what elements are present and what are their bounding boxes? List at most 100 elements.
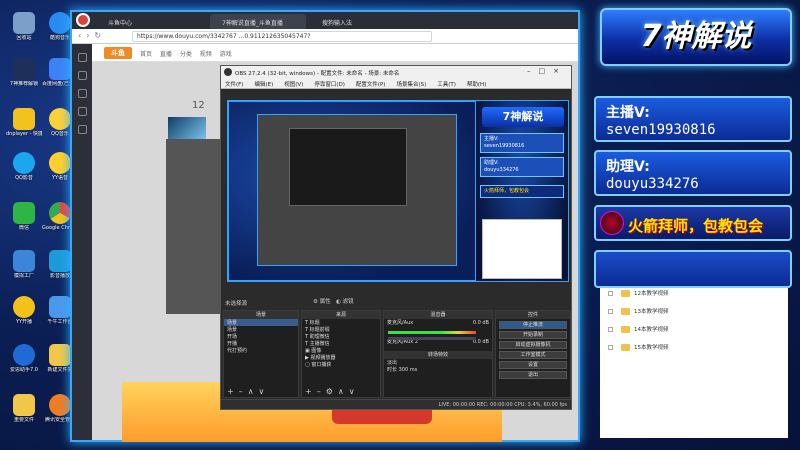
host-label: 主播V: — [606, 105, 650, 121]
url-input[interactable]: https://www.douyu.com/3342767 ...0.91121… — [132, 31, 432, 42]
menu-profile[interactable]: 配置文件(P) — [356, 82, 386, 88]
scene-toolbar[interactable]: +–∧∨ — [227, 387, 269, 396]
source-item[interactable]: T 标题前缀 — [302, 326, 380, 333]
menu-tools[interactable]: 工具(T) — [437, 82, 456, 88]
screen: 回收站 酷狗音乐 7神推荐解锁 百度网盘(已登录) dnplayer - 快捷方… — [0, 0, 800, 450]
menu-dock[interactable]: 停靠窗口(D) — [314, 82, 345, 88]
source-item[interactable]: T 标题 — [302, 319, 380, 326]
scene-item[interactable]: 代打预约 — [224, 347, 298, 354]
tab-label: 搜狗输入法 — [322, 20, 353, 27]
source-toolbar-buttons[interactable]: +–⚙∧∨ — [305, 387, 360, 396]
assistant-contact-box: 助理V: douyu334276 — [594, 150, 792, 196]
host-contact-box: 主播V: seven19930816 — [594, 96, 792, 142]
source-item[interactable]: T 助理微信 — [302, 333, 380, 340]
preview-assistant-label: 助理V: — [484, 160, 499, 166]
window-controls[interactable]: –□× — [527, 67, 567, 75]
source-label: 视频播放器 — [310, 355, 336, 361]
nav-buttons[interactable]: ‹›↻ — [78, 31, 106, 40]
checkbox[interactable] — [608, 345, 613, 350]
file-item[interactable]: 12本教学视频 — [608, 288, 669, 300]
browser-tab-active[interactable]: 7神解说直播_斗鱼直播 — [210, 14, 306, 29]
history-icon[interactable] — [77, 71, 87, 80]
mixer-channel: 麦克风/Aux 0.0 dB — [384, 319, 492, 326]
checkbox[interactable] — [608, 327, 613, 332]
preview-brand-panel: 7神解说 主播V: seven19930816 助理V: douyu334276 火… — [475, 100, 569, 282]
duration-field[interactable]: 时长 300 ms — [384, 366, 492, 373]
preview-obs — [289, 128, 407, 206]
preview-assistant-box: 助理V: douyu334276 — [480, 157, 564, 177]
browser-tab[interactable]: 搜狗输入法 — [310, 14, 380, 29]
settings-button[interactable]: 设置 — [499, 361, 567, 369]
dnplayer-icon[interactable]: dnplayer - 快捷方式 — [6, 108, 42, 138]
file-list: 12本教学视频 13本教学视频 14本教学视频 15本教学视频 — [600, 288, 788, 438]
folder-icon — [621, 326, 630, 333]
checkbox[interactable] — [608, 309, 613, 314]
site-logo[interactable]: 斗鱼 — [104, 47, 132, 59]
brand-title: 7神解说 — [600, 8, 792, 66]
aisi-icon[interactable]: 爱思助手7.0 — [6, 344, 42, 374]
desktop-icon-label: 微信 — [18, 225, 29, 231]
yy-live-icon[interactable]: YY开播 — [6, 296, 42, 326]
menu-file[interactable]: 文件(F) — [225, 82, 243, 88]
desktop-icon-label: 回收站 — [16, 35, 32, 41]
volume-slider[interactable] — [388, 337, 476, 340]
filter-icon[interactable]: ◐ — [336, 299, 341, 305]
menu-edit[interactable]: 编辑(E) — [254, 82, 273, 88]
folder-icon — [621, 308, 630, 315]
menu-help[interactable]: 帮助(H) — [467, 82, 486, 88]
controls-header: 控件 — [496, 311, 570, 319]
source-item[interactable]: ▢ 窗口捕获 — [302, 361, 380, 368]
file-name: 12本教学视频 — [634, 291, 669, 297]
start-record-button[interactable]: 开始录制 — [499, 331, 567, 339]
checkbox[interactable] — [608, 291, 613, 296]
gear-icon[interactable]: ⚙ — [313, 299, 318, 305]
scene-item[interactable]: 场景 — [224, 319, 298, 326]
obs-preview[interactable] — [227, 100, 491, 282]
promo-text: 火箭拜师，包教包会 — [628, 217, 764, 235]
download-icon[interactable] — [77, 89, 87, 98]
scene-item[interactable]: 开场 — [224, 333, 298, 340]
source-item[interactable]: ▣ 图像 — [302, 347, 380, 354]
file-item[interactable]: 13本教学视频 — [608, 306, 669, 318]
star-icon[interactable] — [77, 53, 87, 62]
properties-button[interactable]: 属性 — [320, 299, 331, 305]
exit-button[interactable]: 退出 — [499, 371, 567, 379]
folder-icon[interactable]: 重要文件 — [6, 394, 42, 424]
preview-assistant-value: douyu334276 — [484, 167, 519, 173]
address-bar: ‹›↻ https://www.douyu.com/3342767 ...0.9… — [72, 29, 578, 44]
game-icon[interactable] — [77, 125, 87, 134]
app-icon[interactable]: 7神推荐解锁 — [6, 58, 42, 88]
source-item[interactable]: ▶ 视频播放器 — [302, 354, 380, 361]
source-toolbar: ⚙ 属性 ◐ 滤镜 — [313, 297, 354, 305]
browser-tab[interactable]: 斗鱼中心 — [96, 14, 186, 29]
recycle-bin-icon[interactable]: 回收站 — [6, 12, 42, 42]
scene-item[interactable]: 开播 — [224, 340, 298, 347]
sources-header: 来源 — [302, 311, 380, 319]
virtual-camera-button[interactable]: 启动虚拟摄像机 — [499, 341, 567, 349]
scene-item[interactable]: 场景 — [224, 326, 298, 333]
tab-label: 斗鱼中心 — [108, 20, 133, 27]
stop-stream-button[interactable]: 停止推流 — [499, 321, 567, 329]
studio-mode-button[interactable]: 工作室模式 — [499, 351, 567, 359]
browser-sidebar — [72, 44, 92, 440]
site-menu[interactable]: 首页 直播 分类 视频 游戏 — [140, 49, 232, 58]
filters-button[interactable]: 滤镜 — [343, 299, 354, 305]
file-item[interactable]: 14本教学视频 — [608, 324, 669, 336]
room-level: 12 — [192, 100, 205, 111]
menu-view[interactable]: 视图(V) — [284, 82, 303, 88]
source-label: 标题前缀 — [309, 327, 330, 333]
qq-player-icon[interactable]: QQ影音 — [6, 152, 42, 182]
source-item[interactable]: T 主播微信 — [302, 340, 380, 347]
record-icon[interactable] — [76, 13, 90, 27]
file-item[interactable]: 15本教学视频 — [608, 342, 669, 354]
app-icon[interactable]: 模拟工厂 — [6, 250, 42, 280]
transition-select[interactable]: 淡出 — [384, 359, 492, 366]
streamer-avatar — [600, 211, 624, 235]
desktop-icon-label: 重要文件 — [13, 417, 34, 423]
preview-host-value: seven19930816 — [484, 143, 525, 149]
menu-scene-collection[interactable]: 场景集合(S) — [396, 82, 426, 88]
wechat-icon[interactable]: 微信 — [6, 202, 42, 232]
host-value: seven19930816 — [606, 122, 716, 138]
obs-statusbar: LIVE: 00:00:00 REC: 00:00:00 CPU: 3.4%, … — [221, 399, 571, 409]
note-icon[interactable] — [77, 107, 87, 116]
